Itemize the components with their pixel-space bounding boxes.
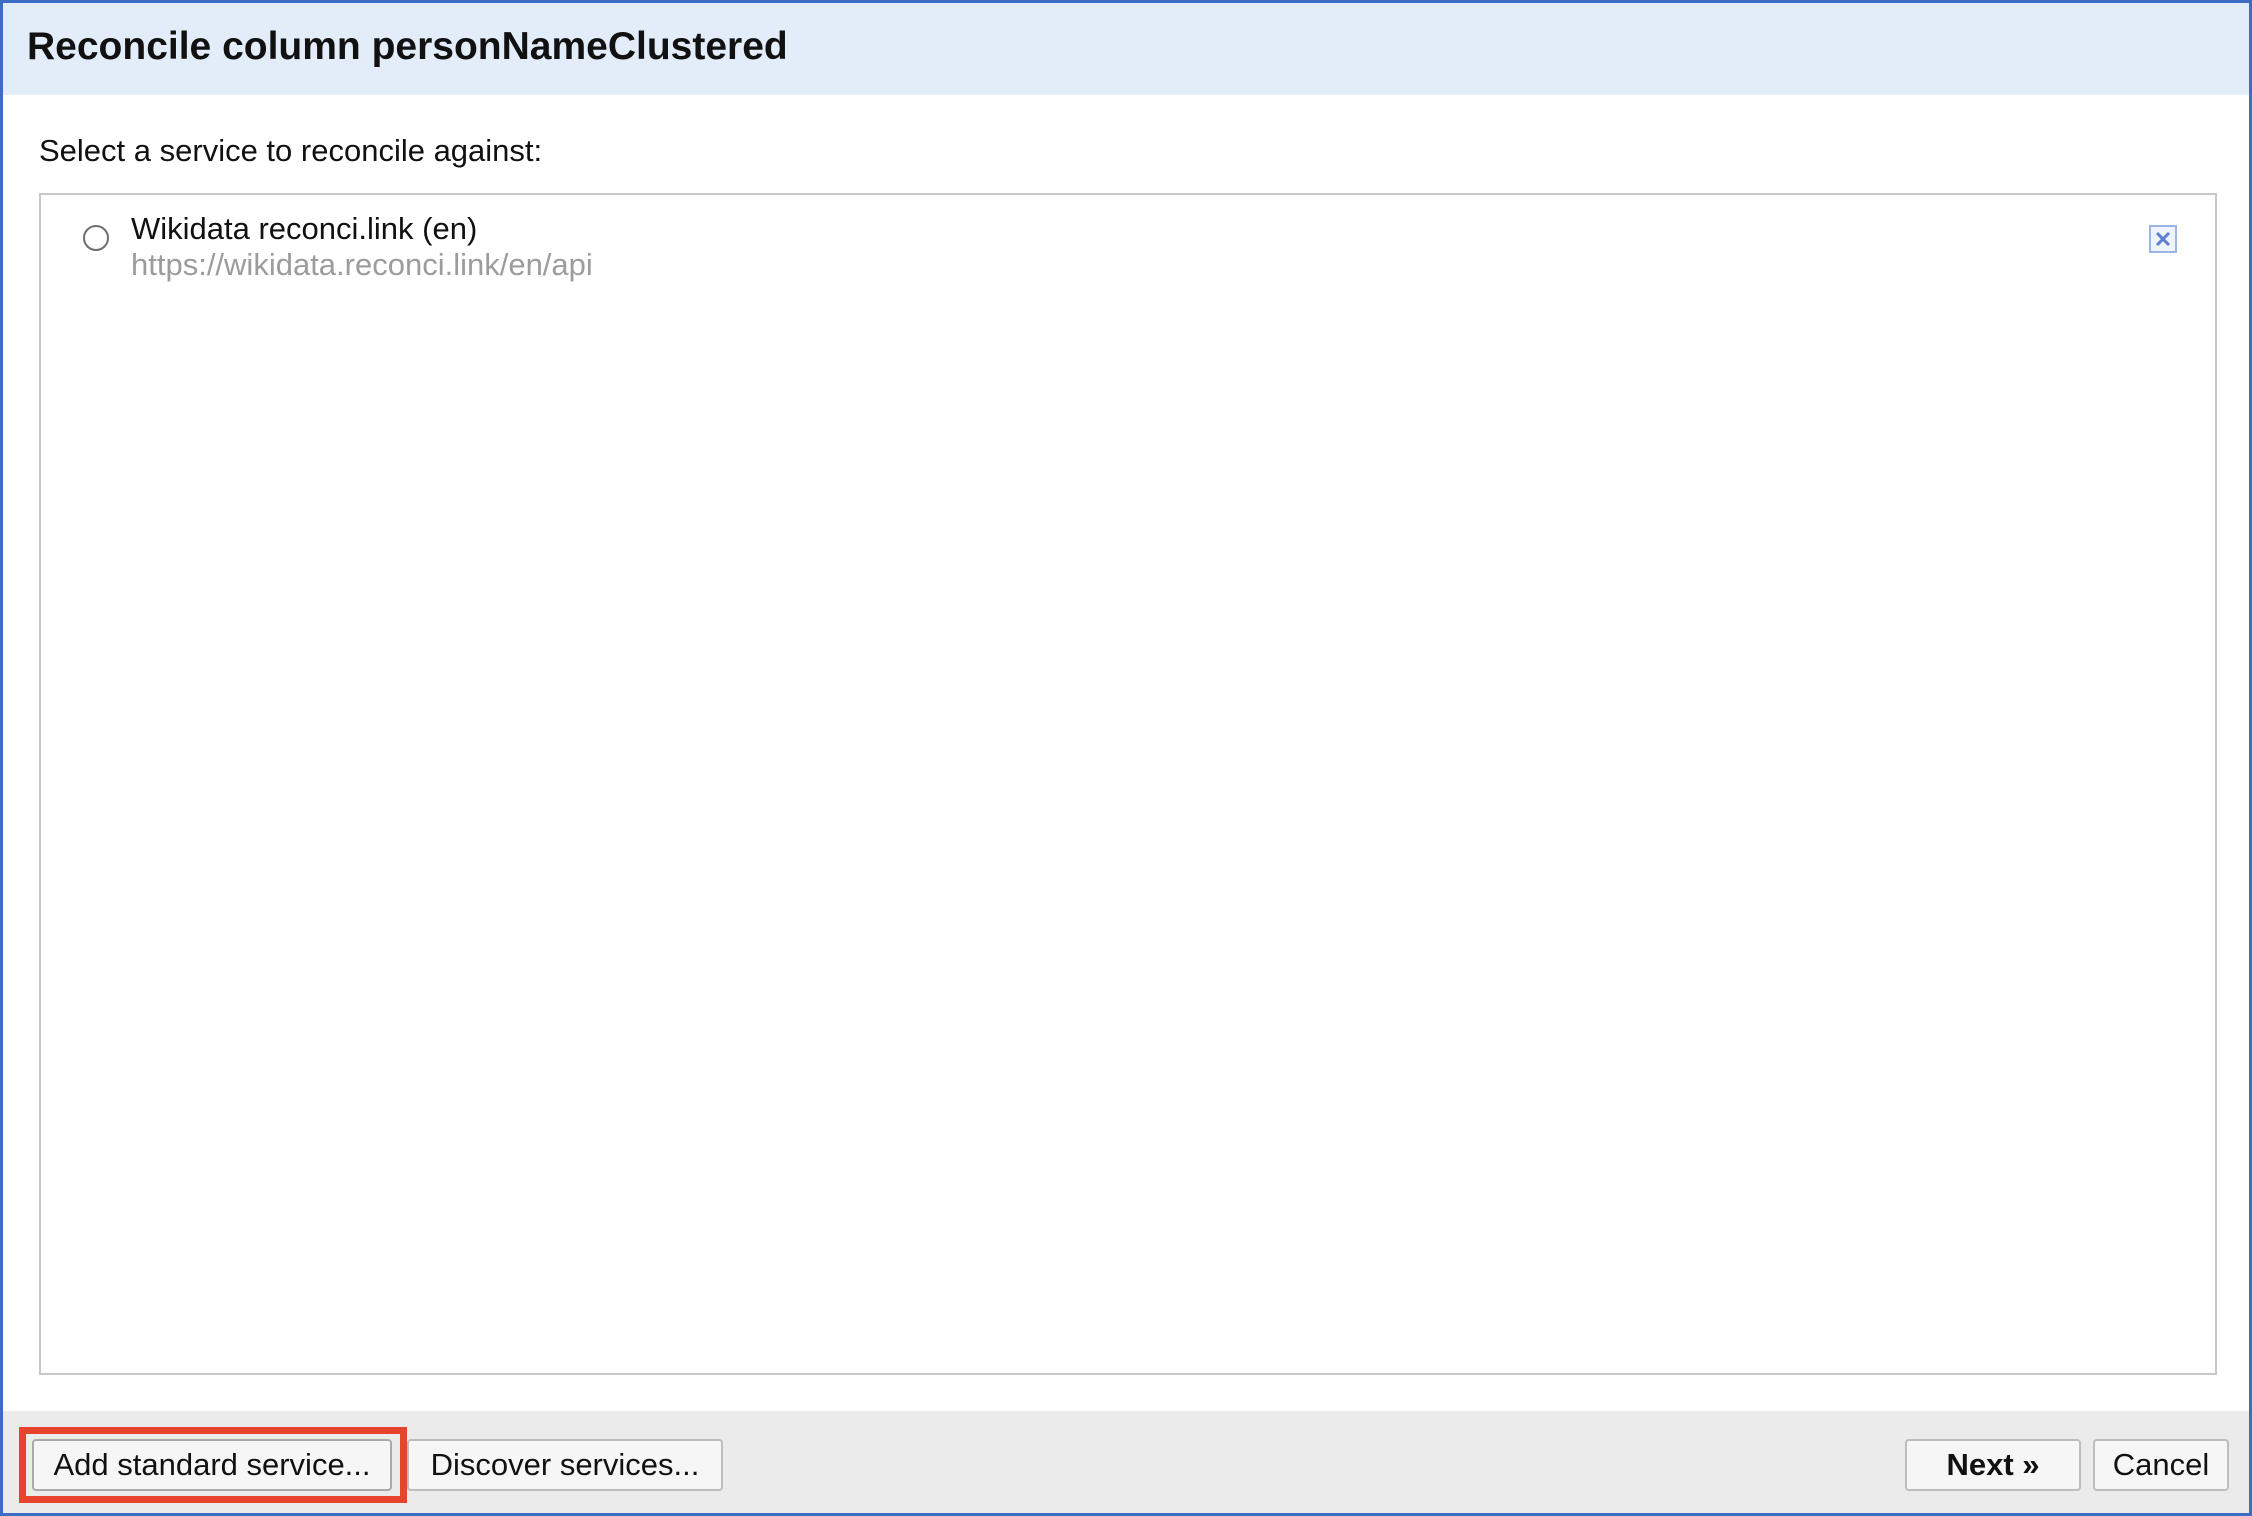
reconcile-dialog: Reconcile column personNameClustered Sel…: [0, 0, 2252, 1516]
service-name: Wikidata reconci.link (en): [131, 211, 478, 246]
dialog-header: Reconcile column personNameClustered: [3, 3, 2249, 95]
cancel-button[interactable]: Cancel: [2093, 1439, 2229, 1491]
service-item-wikidata[interactable]: Wikidata reconci.link (en) https://wikid…: [41, 195, 2215, 295]
service-url: https://wikidata.reconci.link/en/api: [131, 247, 593, 282]
dialog-title: Reconcile column personNameClustered: [27, 25, 788, 68]
service-prompt: Select a service to reconcile against:: [39, 133, 543, 168]
dialog-footer: Add standard service... Discover service…: [3, 1411, 2249, 1513]
service-list: Wikidata reconci.link (en) https://wikid…: [39, 193, 2217, 1375]
discover-services-button[interactable]: Discover services...: [407, 1439, 723, 1491]
service-radio[interactable]: [83, 225, 109, 251]
close-icon[interactable]: [2149, 225, 2177, 253]
add-standard-service-button[interactable]: Add standard service...: [32, 1439, 392, 1491]
next-button[interactable]: Next »: [1905, 1439, 2081, 1491]
